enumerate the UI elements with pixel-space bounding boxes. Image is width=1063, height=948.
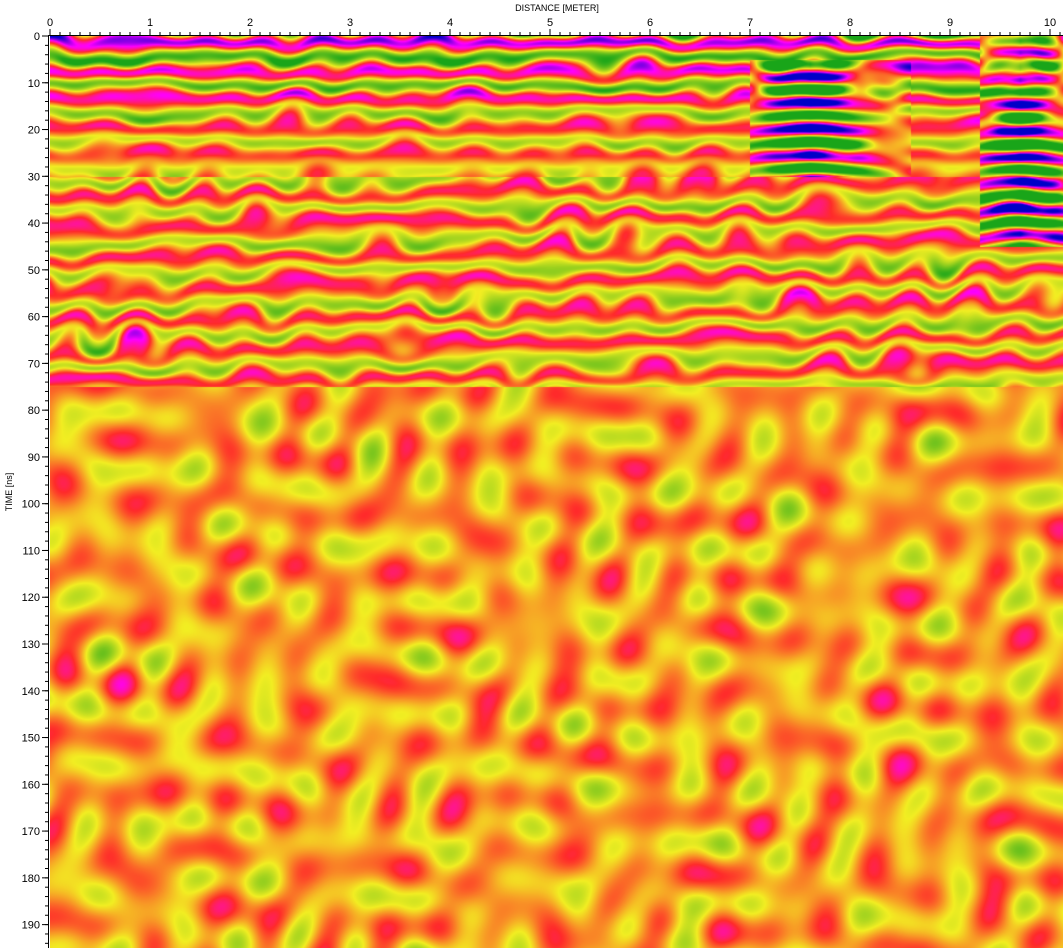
x-tick-label: 8 xyxy=(847,17,853,29)
y-tick-label: 90 xyxy=(28,452,40,464)
x-tick-label: 1 xyxy=(147,17,153,29)
y-tick-label: 180 xyxy=(22,873,40,885)
y-axis-title: TIME [ns] xyxy=(4,473,14,512)
heatmap-plot-area xyxy=(50,36,1063,948)
y-tick-label: 50 xyxy=(28,265,40,277)
y-tick-label: 30 xyxy=(28,171,40,183)
x-tick-label: 2 xyxy=(247,17,253,29)
y-tick-label: 110 xyxy=(22,545,40,557)
y-tick-label: 100 xyxy=(22,499,40,511)
y-tick-label: 70 xyxy=(28,358,40,370)
x-tick-label: 0 xyxy=(47,17,53,29)
y-tick-label: 190 xyxy=(22,920,40,932)
y-tick-label: 60 xyxy=(28,312,40,324)
y-tick-label: 80 xyxy=(28,405,40,417)
x-tick-label: 7 xyxy=(747,17,753,29)
y-tick-label: 130 xyxy=(22,639,40,651)
y-tick-label: 140 xyxy=(22,686,40,698)
y-tick-label: 150 xyxy=(22,733,40,745)
y-tick-label: 40 xyxy=(28,218,40,230)
x-tick-label: 5 xyxy=(547,17,553,29)
y-tick-label: 120 xyxy=(22,592,40,604)
y-tick-label: 20 xyxy=(28,125,40,137)
y-tick-label: 10 xyxy=(28,78,40,90)
y-tick-label: 170 xyxy=(22,826,40,838)
x-axis-title: DISTANCE [METER] xyxy=(515,3,599,13)
x-tick-label: 4 xyxy=(447,17,453,29)
x-tick-label: 9 xyxy=(947,17,953,29)
y-tick-label: 160 xyxy=(22,779,40,791)
x-tick-label: 6 xyxy=(647,17,653,29)
y-tick-label: 0 xyxy=(34,31,40,43)
x-tick-label: 10 xyxy=(1044,17,1056,29)
radargram-chart: DISTANCE [METER] TIME [ns] 0 1 2 3 4 5 6 7 8 9 10 … xyxy=(0,0,1063,948)
x-tick-label: 3 xyxy=(347,17,353,29)
